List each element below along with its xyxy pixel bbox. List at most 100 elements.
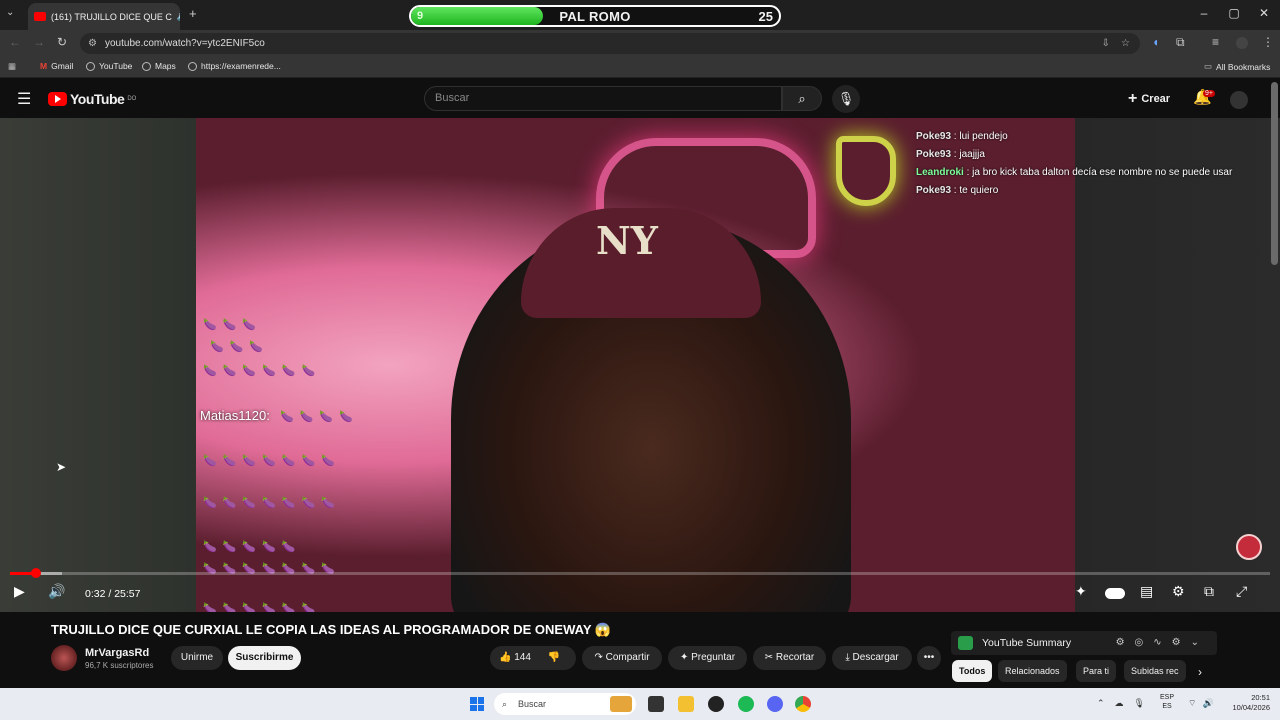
play-icon[interactable]: ▶ <box>14 583 25 600</box>
chat-username: Poke93 <box>916 131 952 142</box>
chip-related[interactable]: Relacionados <box>998 660 1067 682</box>
chrome-icon[interactable] <box>795 696 811 712</box>
chat-username: Poke93 <box>916 185 952 196</box>
video-player[interactable]: NY Poke93 : lui pendejo Poke93 : jaajjja L… <box>0 118 1280 612</box>
all-bookmarks[interactable]: ▭ All Bookmarks <box>1204 61 1270 72</box>
wifi-volume-icons[interactable]: ⌔🔊 <box>1188 698 1220 709</box>
tab-search-icon[interactable]: ⌄ <box>6 7 14 18</box>
subtitles-icon[interactable]: ▤ <box>1140 583 1153 600</box>
chip-all[interactable]: Todos <box>952 660 993 682</box>
file-explorer-icon[interactable] <box>678 696 694 712</box>
autoplay-toggle[interactable] <box>1105 588 1125 599</box>
bookmark-gmail[interactable]: M Gmail <box>40 61 73 71</box>
channel-watermark[interactable] <box>1236 534 1262 560</box>
extension-icon[interactable]: ◖ <box>1152 35 1159 49</box>
emote-row: 🍆🍆🍆🍆🍆🍆🍆 <box>203 497 341 509</box>
chat-text: : ja bro kick taba dalton decía ese nomb… <box>963 167 1233 178</box>
bookmark-youtube[interactable]: YouTube <box>86 61 132 71</box>
windows-start-icon[interactable] <box>470 697 484 711</box>
profile-avatar-icon[interactable] <box>1236 37 1248 49</box>
page-scrollbar[interactable] <box>1271 82 1278 265</box>
reload-icon[interactable]: ↻ <box>57 35 67 49</box>
chat-message: Leandroki : ja bro kick taba dalton decí… <box>916 164 1236 182</box>
banana-neon-sign <box>836 136 896 206</box>
like-count: 144 <box>514 652 531 663</box>
download-button[interactable]: ⤓ Descargar <box>832 646 912 670</box>
clip-button[interactable]: ✂ Recortar <box>753 646 826 670</box>
like-button[interactable]: 👍 144 👎 <box>490 646 576 670</box>
join-button[interactable]: Unirme <box>171 646 223 670</box>
maximize-icon[interactable]: ▢ <box>1224 6 1244 20</box>
youtube-logo[interactable]: YouTube DO <box>48 91 136 107</box>
apps-grid-icon[interactable]: ▦ <box>8 61 16 72</box>
tab-title: (161) TRUJILLO DICE QUE C <box>51 11 172 22</box>
back-icon[interactable]: ← <box>9 35 21 49</box>
thumbs-up-icon: 👍 <box>499 652 512 663</box>
taskbar-clock[interactable]: 20:51 10/04/2026 <box>1222 693 1270 713</box>
more-actions-icon[interactable]: ••• <box>917 646 941 670</box>
address-bar[interactable]: ⚙ youtube.com/watch?v=ytc2ENIF5co ⇩ ☆ <box>80 33 1140 54</box>
subscribe-button[interactable]: Suscribirme <box>228 646 301 670</box>
create-button[interactable]: + Crear <box>1128 88 1170 110</box>
globe-icon <box>188 61 197 71</box>
fullscreen-icon[interactable]: ⤢ <box>1236 583 1247 600</box>
speaker-icon[interactable]: 🔈 <box>177 11 180 22</box>
scissors-icon: ✂ <box>764 652 776 663</box>
language-indicator[interactable]: ESP ES <box>1160 693 1174 711</box>
install-app-icon[interactable]: ⇩ <box>1102 33 1110 54</box>
search-icon[interactable]: ⌕ <box>782 86 822 111</box>
site-info-icon[interactable]: ⚙ <box>88 33 97 54</box>
video-info-area: TRUJILLO DICE QUE CURXIAL LE COPIA LAS I… <box>0 612 1280 688</box>
sparkle-icon[interactable]: ✦ <box>1075 583 1087 600</box>
bookmark-star-icon[interactable]: ☆ <box>1121 33 1130 54</box>
mouse-cursor-icon: ➤ <box>56 460 67 474</box>
ask-button[interactable]: ✦ Preguntar <box>668 646 747 670</box>
minimize-icon[interactable]: – <box>1194 6 1214 20</box>
emote-row: 🍆🍆🍆🍆🍆🍆🍆 <box>203 455 341 467</box>
tray-icons[interactable]: ⌃☁🎙 <box>1097 698 1155 709</box>
youtube-summary-panel[interactable]: YouTube Summary ⚙◎∿⚙⌄ <box>951 631 1217 655</box>
forward-icon[interactable]: → <box>33 35 45 49</box>
progress-bar[interactable] <box>10 568 1270 578</box>
sparkle-icon: ✦ <box>679 652 692 663</box>
youtube-search-input[interactable]: Buscar <box>424 86 782 111</box>
channel-name[interactable]: MrVargasRd <box>85 647 149 659</box>
extensions-puzzle-icon[interactable]: ⧉ <box>1176 35 1185 50</box>
youtube-header: ☰ YouTube DO Buscar ⌕ 🎙 + Crear 🔔 9+ <box>0 78 1280 118</box>
globe-icon <box>86 61 95 71</box>
emote-row: 🍆🍆🍆 <box>203 319 263 331</box>
chat-text: : te quiero <box>951 185 999 196</box>
volume-icon[interactable]: 🔊 <box>48 583 65 600</box>
account-avatar[interactable] <box>1230 91 1248 109</box>
obs-icon[interactable] <box>708 696 724 712</box>
share-button[interactable]: ↷ Compartir <box>582 646 662 670</box>
chevron-right-icon[interactable]: › <box>1198 665 1202 679</box>
hamburger-menu-icon[interactable]: ☰ <box>17 89 31 109</box>
windows-taskbar: ⌕ Buscar ⌃☁🎙 ESP ES ⌔🔊 20:51 10/04/2026 <box>0 688 1280 720</box>
window-close-icon[interactable]: ✕ <box>1254 6 1274 20</box>
channel-avatar[interactable] <box>51 645 77 671</box>
emote-row: 🍆🍆🍆🍆 <box>280 411 359 423</box>
chip-for-you[interactable]: Para ti <box>1076 660 1117 682</box>
taskbar-search-input[interactable]: ⌕ Buscar <box>494 693 636 715</box>
chat-text: : jaajjja <box>951 149 985 160</box>
browser-tab-active[interactable]: (161) TRUJILLO DICE QUE C 🔈 ✕ <box>28 3 180 30</box>
discord-icon[interactable] <box>767 696 783 712</box>
bookmark-examen[interactable]: https://examenrede... <box>188 61 281 71</box>
bookmark-maps[interactable]: Maps <box>142 61 176 71</box>
browser-tab-strip: ⌄ (161) TRUJILLO DICE QUE C 🔈 ✕ + 9 PAL … <box>0 0 1280 30</box>
chrome-menu-icon[interactable]: ⋮ <box>1262 35 1274 49</box>
summary-tool-icons[interactable]: ⚙◎∿⚙⌄ <box>1116 631 1209 655</box>
thumbs-down-icon[interactable]: 👎 <box>548 652 560 663</box>
task-view-icon[interactable] <box>648 696 664 712</box>
spotify-icon[interactable] <box>738 696 754 712</box>
chip-recent-uploads[interactable]: Subidas rec <box>1124 660 1186 682</box>
microphone-icon[interactable]: 🎙 <box>832 85 860 113</box>
poll-right-value: 25 <box>758 9 773 24</box>
settings-gear-icon[interactable]: ⚙ <box>1172 583 1185 600</box>
donor-username: Matias1120: <box>200 408 270 423</box>
miniplayer-icon[interactable]: ⧉ <box>1204 583 1214 600</box>
url-text: youtube.com/watch?v=ytc2ENIF5co <box>105 38 265 49</box>
new-tab-icon[interactable]: + <box>189 6 197 21</box>
reading-list-icon[interactable]: ≡ <box>1212 35 1219 49</box>
